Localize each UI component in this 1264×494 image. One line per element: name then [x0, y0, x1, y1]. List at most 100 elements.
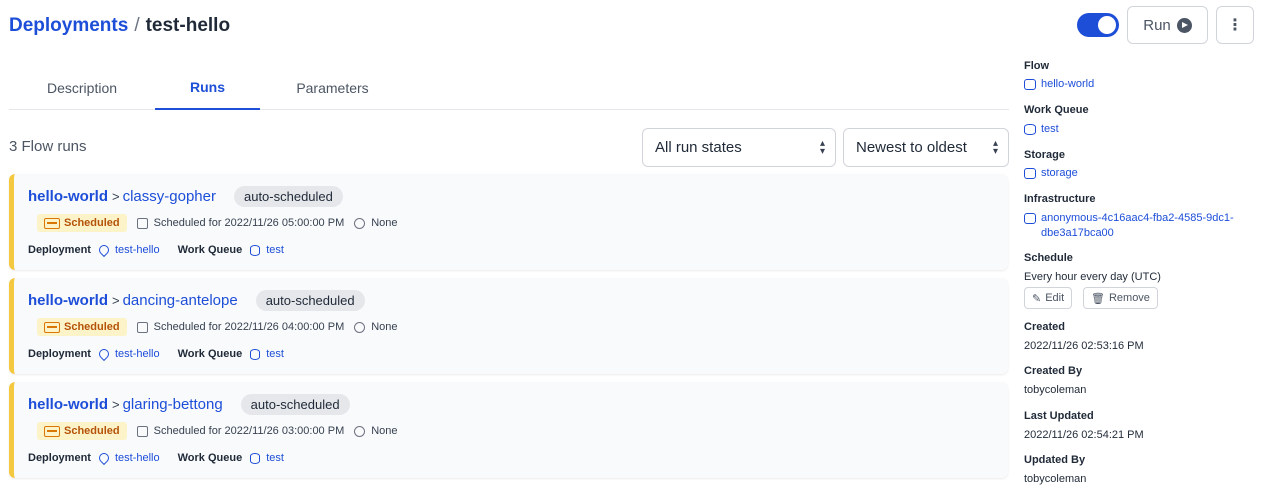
- flow-runs-count: 3 Flow runs: [9, 138, 87, 155]
- created-value: 2022/11/26 02:53:16 PM: [1024, 340, 1144, 352]
- sort-select-value: Newest to oldest: [856, 139, 967, 156]
- run-deployment-info: Deployment test-hello Work Queue test: [28, 450, 284, 466]
- duration: None: [371, 217, 398, 229]
- work-queue-label: Work Queue: [177, 244, 243, 256]
- state-label: Scheduled: [64, 217, 120, 229]
- run-title: hello-world > glaring-bettong auto-sched…: [28, 394, 350, 415]
- tab-description[interactable]: Description: [9, 66, 155, 110]
- work-queue-link[interactable]: test: [266, 244, 284, 256]
- work-queue-link[interactable]: test: [266, 348, 284, 360]
- play-circle-icon: [1176, 17, 1192, 33]
- flow-name-link[interactable]: hello-world: [28, 396, 108, 413]
- state-label: Scheduled: [64, 425, 120, 437]
- run-title: hello-world > classy-gopher auto-schedul…: [28, 186, 343, 207]
- location-pin-icon: [96, 242, 112, 258]
- calendar-icon: [136, 425, 148, 437]
- breadcrumb-deployments-link[interactable]: Deployments: [9, 15, 128, 37]
- deployment-link[interactable]: test-hello: [115, 452, 160, 464]
- tab-bar: Description Runs Parameters: [9, 66, 1009, 110]
- infrastructure-link-text: anonymous-4c16aac4-fba2-4585-9dc1-dbe3a1…: [1041, 212, 1234, 239]
- run-button[interactable]: Run: [1127, 6, 1208, 44]
- schedule-value: Every hour every day (UTC): [1024, 271, 1161, 283]
- deployment-label: Deployment: [28, 244, 91, 256]
- vertical-dots-icon: ⋮: [1227, 17, 1243, 34]
- breadcrumb: Deployments / test-hello: [9, 12, 230, 40]
- duration: None: [371, 425, 398, 437]
- cube-icon: [1024, 168, 1036, 179]
- work-queue-label: Work Queue: [1024, 104, 1089, 116]
- run-meta: Scheduled Scheduled for 2022/11/26 04:00…: [37, 318, 398, 336]
- work-queue-link[interactable]: test: [266, 452, 284, 464]
- location-pin-icon: [96, 450, 112, 466]
- header-actions: Run ⋮: [1077, 6, 1254, 44]
- flow-name-link[interactable]: hello-world: [28, 292, 108, 309]
- work-queue-link[interactable]: test: [1024, 122, 1059, 137]
- database-icon: [250, 244, 261, 256]
- database-icon: [1024, 124, 1036, 135]
- run-meta: Scheduled Scheduled for 2022/11/26 05:00…: [37, 214, 398, 232]
- breadcrumb-separator: /: [134, 15, 140, 36]
- run-deployment-info: Deployment test-hello Work Queue test: [28, 346, 284, 362]
- duration: None: [371, 321, 398, 333]
- work-queue-label: Work Queue: [177, 452, 243, 464]
- tab-runs[interactable]: Runs: [155, 66, 260, 110]
- deployment-link[interactable]: test-hello: [115, 348, 160, 360]
- scheduled-icon: [44, 321, 60, 333]
- page-title: test-hello: [145, 15, 231, 36]
- deployment-link[interactable]: test-hello: [115, 244, 160, 256]
- clock-icon: [354, 425, 366, 437]
- work-queue-label: Work Queue: [177, 348, 243, 360]
- flow-link[interactable]: hello-world: [1024, 77, 1094, 92]
- last-updated-value: 2022/11/26 02:54:21 PM: [1024, 429, 1144, 441]
- schedule-actions: ✎ Edit 🗑 Remove: [1024, 287, 1254, 311]
- flow-run-card[interactable]: hello-world > glaring-bettong auto-sched…: [9, 382, 1008, 478]
- tag: auto-scheduled: [233, 186, 343, 207]
- edit-label: Edit: [1045, 292, 1065, 304]
- run-name-link[interactable]: classy-gopher: [123, 188, 216, 205]
- state-badge: Scheduled: [37, 318, 127, 336]
- calendar-icon: [136, 217, 148, 229]
- scheduled-time: Scheduled for 2022/11/26 04:00:00 PM: [153, 321, 345, 333]
- scheduled-icon: [44, 425, 60, 437]
- flow-run-card[interactable]: hello-world > classy-gopher auto-schedul…: [9, 174, 1008, 270]
- run-deployment-info: Deployment test-hello Work Queue test: [28, 242, 284, 258]
- sort-select[interactable]: Newest to oldest ▴ ▾: [843, 128, 1009, 167]
- updated-by-label: Updated By: [1024, 454, 1086, 466]
- flow-name-link[interactable]: hello-world: [28, 188, 108, 205]
- chevron-right-icon: >: [112, 189, 120, 204]
- chevron-right-icon: >: [112, 293, 120, 308]
- scheduled-time: Scheduled for 2022/11/26 05:00:00 PM: [153, 217, 345, 229]
- run-title: hello-world > dancing-antelope auto-sche…: [28, 290, 365, 311]
- run-button-label: Run: [1143, 16, 1171, 34]
- remove-label: Remove: [1108, 292, 1150, 304]
- edit-schedule-button[interactable]: ✎ Edit: [1024, 287, 1073, 309]
- pencil-icon: ✎: [1032, 292, 1042, 305]
- infrastructure-link[interactable]: anonymous-4c16aac4-fba2-4585-9dc1-dbe3a1…: [1024, 211, 1234, 241]
- deployment-label: Deployment: [28, 452, 91, 464]
- run-state-filter[interactable]: All run states ▴ ▾: [642, 128, 836, 167]
- scheduled-icon: [44, 217, 60, 229]
- flow-link-text: hello-world: [1041, 78, 1095, 90]
- run-name-link[interactable]: glaring-bettong: [123, 396, 223, 413]
- run-meta: Scheduled Scheduled for 2022/11/26 03:00…: [37, 422, 398, 440]
- database-icon: [250, 452, 261, 464]
- location-pin-icon: [96, 346, 112, 362]
- deployment-label: Deployment: [28, 348, 91, 360]
- created-label: Created: [1024, 321, 1065, 333]
- scheduled-time: Scheduled for 2022/11/26 03:00:00 PM: [153, 425, 345, 437]
- more-options-button[interactable]: ⋮: [1216, 6, 1254, 44]
- schedule-toggle[interactable]: [1077, 13, 1119, 37]
- flow-run-card[interactable]: hello-world > dancing-antelope auto-sche…: [9, 278, 1008, 374]
- storage-link[interactable]: storage: [1024, 166, 1078, 181]
- clock-icon: [354, 217, 366, 229]
- database-icon: [250, 348, 261, 360]
- created-by-label: Created By: [1024, 365, 1083, 377]
- run-name-link[interactable]: dancing-antelope: [123, 292, 238, 309]
- remove-schedule-button[interactable]: 🗑 Remove: [1083, 287, 1158, 309]
- flow-icon: [1024, 79, 1036, 90]
- toggle-knob: [1098, 16, 1116, 34]
- chevron-up-down-icon: ▴ ▾: [992, 138, 998, 157]
- updated-by-value: tobycoleman: [1024, 473, 1087, 485]
- created-by-value: tobycoleman: [1024, 384, 1087, 396]
- tab-parameters[interactable]: Parameters: [260, 66, 405, 110]
